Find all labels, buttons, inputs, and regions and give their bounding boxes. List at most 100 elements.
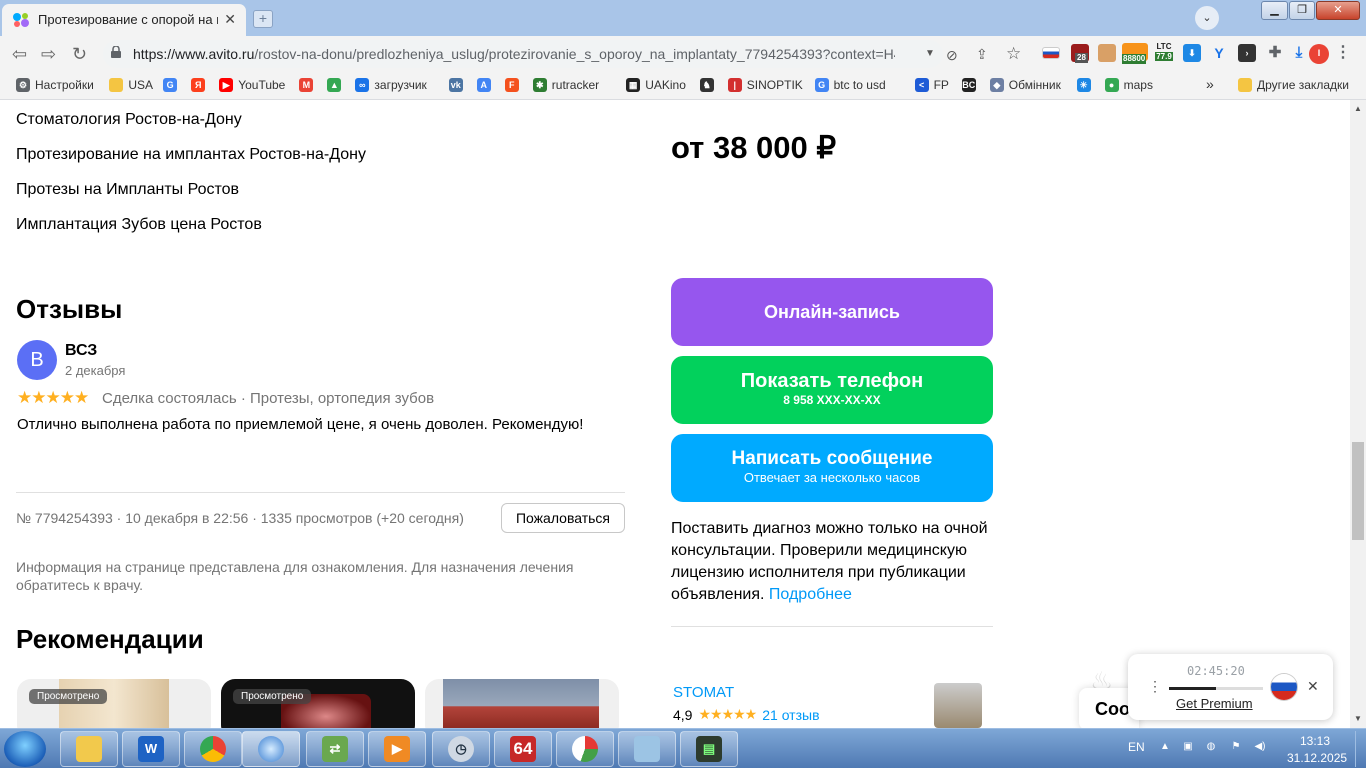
taskbar-speedometer[interactable] [556,731,614,767]
related-link-implant-prosthetics[interactable]: Протезирование на имплантах Ростов-на-До… [16,146,366,164]
profile-avatar[interactable]: I [1309,44,1329,64]
bc-icon: BC [961,78,976,92]
taskbar-aida64[interactable]: 64 [494,731,552,767]
taskbar-winaero[interactable]: W [122,731,180,767]
bookmark-bc[interactable]: BC [961,78,976,92]
divider [671,626,993,627]
forward-icon[interactable]: ⇨ [41,44,56,65]
recommendation-card[interactable]: Просмотрено [17,679,211,728]
tab-close-icon[interactable]: ✕ [224,11,236,28]
bookmark-fp[interactable]: < FP [914,78,949,92]
bookmark-btc-to-usd[interactable]: Gbtc to usd [814,78,886,92]
related-link-implantation-price[interactable]: Имплантация Зубов цена Ростов [16,216,262,234]
show-phone-button[interactable]: Показать телефон 8 958 XXX-XX-XX [671,356,993,424]
dropdown-icon[interactable]: ▼ [925,48,935,59]
online-booking-button[interactable]: Онлайн-запись [671,278,993,346]
vpn-menu-icon[interactable]: ⋮ [1148,678,1162,695]
bookmark-star[interactable]: ✳ [1076,78,1091,92]
bookmark-uakino[interactable]: ▦ UAKino [626,78,686,92]
taskbar-browser-active[interactable] [242,731,300,767]
vpn-extension-icon[interactable]: Y [1210,44,1228,62]
seller-name[interactable]: STOMAT [673,684,734,701]
browser-tab[interactable]: Протезирование с опорой на им ✕ [2,4,246,36]
bookmark-vk[interactable]: vk [448,78,463,92]
tab-search-icon[interactable]: ⌄ [1195,6,1219,30]
write-message-button[interactable]: Написать сообщение Отвечает за несколько… [671,434,993,502]
taskbar-app-green[interactable]: ⇄ [306,731,364,767]
bookmark-star-icon[interactable]: ☆ [1006,44,1021,64]
downloads-icon[interactable]: ⤓ [1290,44,1308,62]
taskbar-chrome[interactable] [184,731,242,767]
minimize-button[interactable]: ▁ [1261,1,1288,20]
lock-icon [111,46,121,58]
seller-photo[interactable] [934,683,982,728]
back-icon[interactable]: ⇦ [12,44,27,65]
page-scrollbar[interactable]: ▲ ▼ [1350,100,1366,728]
clock-time[interactable]: 13:13 [1300,734,1330,748]
taskbar-explorer[interactable] [60,731,118,767]
clock-date[interactable]: 31.12.2025 [1287,751,1347,765]
terminal-extension-icon[interactable]: › [1238,44,1256,62]
address-bar[interactable]: https://www.avito.ru/rostov-na-donu/pred… [103,40,943,68]
taskbar-monitor[interactable]: ▤ [680,731,738,767]
thermometer-icon: | [727,78,742,92]
recommendation-card[interactable] [425,679,619,728]
bookmark-f[interactable]: F [504,78,519,92]
bookmark-sinoptik[interactable]: | SINOPTIK [727,78,803,92]
seller-reviews-link[interactable]: 21 отзыв [762,707,819,723]
bookmark-обмінник[interactable]: ◆ Обмінник [989,78,1061,92]
bitcoin-ticker-icon[interactable]: 88800 [1122,43,1148,64]
scroll-up-icon[interactable]: ▲ [1354,104,1362,113]
taskbar-clock-app[interactable]: ◷ [432,731,490,767]
tray-volume-icon[interactable]: ◀) [1253,741,1267,755]
complain-button[interactable]: Пожаловаться [501,503,625,533]
bookmark-maps[interactable]: ● maps [1104,78,1153,92]
bookmark-google[interactable]: G [163,78,178,92]
reload-icon[interactable]: ↻ [72,44,87,65]
taskbar-media-player[interactable]: ▶ [368,731,426,767]
scroll-thumb[interactable] [1352,442,1364,540]
blocked-icon[interactable]: ⊘ [946,47,958,64]
taskbar-notepad[interactable] [618,731,676,767]
bookmark-загрузчик[interactable]: ∞ загрузчик [355,78,427,92]
download-extension-icon[interactable]: ⬇ [1183,44,1201,62]
related-link-implant-prostheses[interactable]: Протезы на Импланты Ростов [16,181,239,199]
maximize-button[interactable]: ❐ [1289,1,1315,20]
russia-flag-extension-icon[interactable] [1042,47,1060,59]
tray-network-icon[interactable]: ◍ [1204,741,1218,755]
litecoin-ticker-icon[interactable]: LTC 77.9 [1152,42,1176,66]
tray-action-center-icon[interactable]: ⚑ [1229,741,1243,755]
share-icon[interactable]: ⇪ [976,46,988,63]
menu-kebab-icon[interactable]: ⋮ [1334,44,1352,62]
shield-extension-icon[interactable]: 28 [1071,44,1089,63]
face-extension-icon[interactable] [1098,44,1116,62]
bookmark-usa[interactable]: USA [109,78,153,92]
maps-icon: ● [1104,78,1119,92]
extensions-puzzle-icon[interactable]: ✚ [1266,44,1284,62]
new-tab-button[interactable]: + [253,10,273,28]
bookmark-youtube[interactable]: ▶ YouTube [219,78,285,92]
bookmark-настройки[interactable]: ⚙ Настройки [16,78,94,92]
bookmark-yandex[interactable]: Я [191,78,206,92]
more-info-link[interactable]: Подробнее [769,586,852,603]
bookmark-drive[interactable]: ▲ [327,78,342,92]
window-close-button[interactable]: ✕ [1316,1,1360,20]
start-button[interactable] [4,731,46,767]
other-bookmarks[interactable]: Другие закладки [1238,78,1349,92]
url-text[interactable]: https://www.avito.ru/rostov-na-donu/pred… [133,46,895,62]
bookmark-rutracker[interactable]: ✱ rutracker [532,78,599,92]
recommendation-card[interactable]: Просмотрено [221,679,415,728]
russia-flag-icon[interactable] [1271,674,1297,700]
more-bookmarks-chevron-icon[interactable]: » [1206,76,1214,92]
scroll-down-icon[interactable]: ▼ [1354,714,1362,723]
get-premium-link[interactable]: Get Premium [1176,696,1253,711]
related-link-stomatology[interactable]: Стоматология Ростов-на-Дону [16,111,242,129]
language-indicator[interactable]: EN [1128,740,1145,754]
bookmark-translate[interactable]: A [476,78,491,92]
tray-app-icon[interactable]: ▣ [1181,741,1195,755]
bookmark-chess[interactable]: ♞ [699,78,714,92]
tray-expand-icon[interactable]: ▲ [1158,741,1172,755]
bookmark-gmail[interactable]: M [299,78,314,92]
show-desktop-button[interactable] [1355,731,1365,767]
vpn-close-icon[interactable]: ✕ [1307,678,1319,695]
